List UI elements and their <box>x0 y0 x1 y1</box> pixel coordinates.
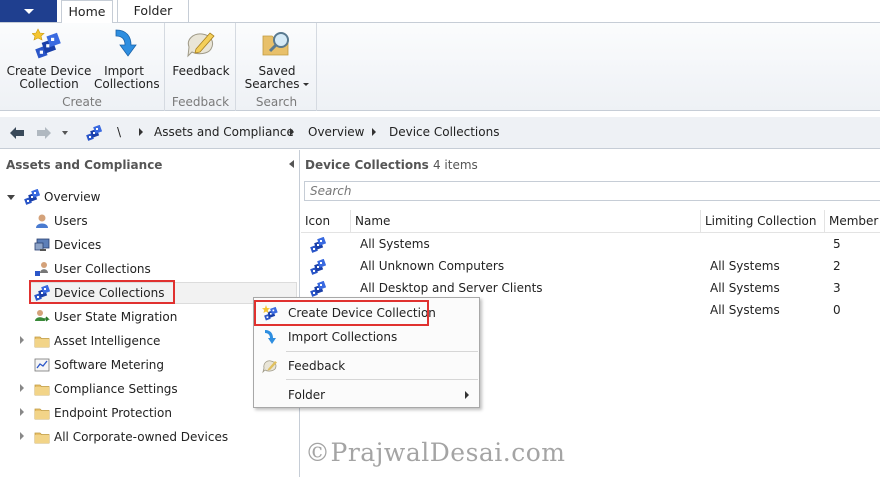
user-icon <box>36 214 48 228</box>
forward-button[interactable] <box>33 123 55 143</box>
feedback-icon <box>262 360 277 374</box>
create-collection-icon <box>32 28 61 59</box>
dropdown-arrow-icon <box>23 8 34 14</box>
ribbon-group-label-feedback: Feedback <box>171 95 230 109</box>
saved-searches-icon <box>262 32 289 56</box>
menu-item-folder[interactable]: Folder <box>255 384 479 406</box>
saved-searches-button[interactable]: Saved Searches <box>243 27 311 91</box>
menu-separator <box>286 379 478 380</box>
breadcrumb-assets-and-compliance[interactable]: Assets and Compliance <box>154 125 294 139</box>
expand-icon[interactable] <box>20 408 24 416</box>
collapse-icon[interactable] <box>7 195 15 200</box>
expand-icon[interactable] <box>20 336 24 344</box>
devices-icon <box>34 238 50 251</box>
history-dropdown-button[interactable] <box>58 123 72 143</box>
ribbon-group-create: Create Device Collection Import Collecti… <box>0 23 165 111</box>
table-row[interactable]: All Unknown Computers All Systems 2 <box>301 255 880 277</box>
import-collections-button[interactable]: Import Collections <box>94 27 160 91</box>
application-menu-button[interactable] <box>0 0 57 22</box>
ribbon-group-feedback: Feedback Feedback <box>166 23 236 111</box>
breadcrumb-separator-icon <box>290 128 294 136</box>
overview-icon <box>24 189 40 205</box>
create-device-collection-button[interactable]: Create Device Collection <box>6 27 92 91</box>
grid-header: Icon Name Limiting Collection Member C <box>301 210 880 233</box>
folder-icon <box>34 432 50 444</box>
highlight-box <box>29 280 175 304</box>
device-collection-icon <box>310 259 326 275</box>
dropdown-arrow-icon <box>62 131 68 135</box>
ribbon-group-label-search: Search <box>255 95 298 109</box>
menu-item-import-collections[interactable]: Import Collections <box>255 326 479 348</box>
breadcrumb-root[interactable]: \ <box>117 125 121 139</box>
collapse-pane-icon[interactable] <box>289 160 294 168</box>
user-state-migration-icon <box>35 310 50 322</box>
device-collection-icon <box>310 281 326 297</box>
back-button[interactable] <box>6 123 28 143</box>
folder-icon <box>34 408 50 420</box>
breadcrumb-overview[interactable]: Overview <box>308 125 365 139</box>
device-collection-icon <box>86 125 102 141</box>
column-header-member-count[interactable]: Member C <box>825 210 880 233</box>
tab-home[interactable]: Home <box>61 0 113 24</box>
submenu-arrow-icon <box>465 391 469 399</box>
forward-arrow-icon <box>37 127 51 139</box>
column-header-icon[interactable]: Icon <box>301 210 351 233</box>
address-bar: \ Assets and Compliance Overview Device … <box>0 117 880 149</box>
content-pane-title: Device Collections 4 items <box>305 158 478 172</box>
expand-icon[interactable] <box>20 384 24 392</box>
ribbon: Create Device Collection Import Collecti… <box>0 23 880 111</box>
dropdown-arrow-icon <box>303 83 310 86</box>
search-input[interactable]: Search <box>304 181 880 201</box>
software-metering-icon <box>34 358 50 372</box>
ribbon-group-label-create: Create <box>62 95 102 109</box>
breadcrumb-device-collections[interactable]: Device Collections <box>389 125 499 139</box>
navigation-pane-title: Assets and Compliance <box>6 158 163 172</box>
folder-icon <box>34 336 50 348</box>
back-arrow-icon <box>10 127 24 139</box>
device-collection-icon <box>310 237 326 253</box>
import-arrow-icon <box>115 29 137 57</box>
table-row[interactable]: All Desktop and Server Clients All Syste… <box>301 277 880 299</box>
feedback-button[interactable]: Feedback <box>170 27 232 78</box>
column-header-name[interactable]: Name <box>351 210 701 233</box>
expand-icon[interactable] <box>20 432 24 440</box>
import-arrow-icon <box>265 330 276 344</box>
tab-folder[interactable]: Folder <box>117 0 189 23</box>
folder-icon <box>34 384 50 396</box>
menu-separator <box>286 351 478 352</box>
feedback-icon <box>187 32 215 58</box>
breadcrumb-separator-icon <box>139 128 143 136</box>
menu-item-feedback[interactable]: Feedback <box>255 355 479 377</box>
user-collections-icon <box>35 262 48 276</box>
breadcrumb-separator-icon <box>372 128 376 136</box>
watermark: ©PrajwalDesai.com <box>305 438 566 467</box>
highlight-box <box>254 300 429 326</box>
item-count: 4 items <box>432 158 478 172</box>
ribbon-group-search: Saved Searches Search <box>237 23 317 111</box>
ribbon-tab-bar: Home Folder <box>0 0 880 24</box>
column-header-limiting-collection[interactable]: Limiting Collection <box>701 210 825 233</box>
table-row[interactable]: All Systems 5 <box>301 233 880 255</box>
